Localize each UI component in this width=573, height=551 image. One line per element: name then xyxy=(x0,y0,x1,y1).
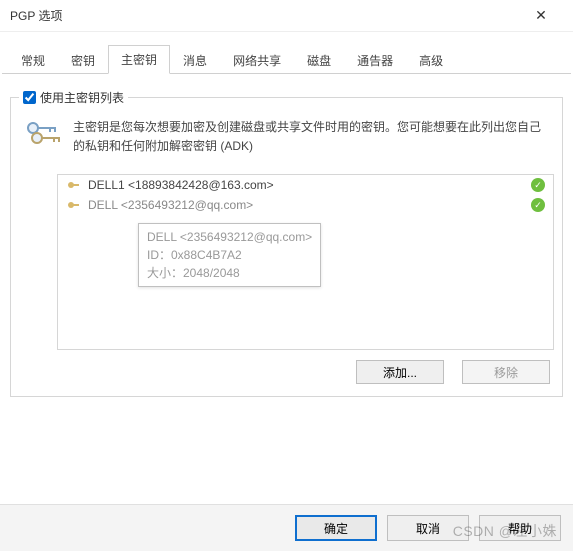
cancel-button[interactable]: 取消 xyxy=(387,515,469,541)
key-row-text: DELL1 <18893842428@163.com> xyxy=(88,178,274,192)
key-tooltip: DELL <2356493212@qq.com> ID：0x88C4B7A2 大… xyxy=(138,223,321,287)
dialog-footer: 确定 取消 帮助 xyxy=(0,504,573,551)
key-row-text: DELL <2356493212@qq.com> xyxy=(88,198,253,212)
key-icon xyxy=(66,178,80,192)
key-row[interactable]: DELL1 <18893842428@163.com> ✓ xyxy=(58,175,553,195)
tab-master-key[interactable]: 主密钥 xyxy=(108,45,170,74)
tooltip-id: ID：0x88C4B7A2 xyxy=(147,246,312,264)
keys-icon xyxy=(25,118,61,151)
tab-disk[interactable]: 磁盘 xyxy=(294,46,344,74)
help-button[interactable]: 帮助 xyxy=(479,515,561,541)
add-button[interactable]: 添加... xyxy=(356,360,444,384)
tooltip-size: 大小：2048/2048 xyxy=(147,264,312,282)
verified-icon: ✓ xyxy=(531,178,545,192)
titlebar: PGP 选项 ✕ xyxy=(0,0,573,32)
tab-advanced[interactable]: 高级 xyxy=(406,46,456,74)
verified-icon: ✓ xyxy=(531,198,545,212)
tab-keys[interactable]: 密钥 xyxy=(58,46,108,74)
key-icon xyxy=(66,198,80,212)
tab-general[interactable]: 常规 xyxy=(8,46,58,74)
tab-messaging[interactable]: 消息 xyxy=(170,46,220,74)
remove-button[interactable]: 移除 xyxy=(462,360,550,384)
tab-netshare[interactable]: 网络共享 xyxy=(220,46,294,74)
group-description: 主密钥是您每次想要加密及创建磁盘或共享文件时用的密钥。您可能想要在此列出您自己的… xyxy=(73,118,548,156)
tab-notifier[interactable]: 通告器 xyxy=(344,46,406,74)
use-master-key-checkbox-label[interactable]: 使用主密钥列表 xyxy=(23,89,124,106)
tab-content: 使用主密钥列表 主密钥是您每次想要加密及创建磁盘或共享文件时用的密钥。您可能想要… xyxy=(0,74,573,504)
use-master-key-checkbox[interactable] xyxy=(23,91,36,104)
master-key-group: 使用主密钥列表 主密钥是您每次想要加密及创建磁盘或共享文件时用的密钥。您可能想要… xyxy=(10,89,563,397)
tooltip-name: DELL <2356493212@qq.com> xyxy=(147,228,312,246)
tabs: 常规 密钥 主密钥 消息 网络共享 磁盘 通告器 高级 xyxy=(2,32,571,74)
window-title: PGP 选项 xyxy=(10,7,519,24)
close-button[interactable]: ✕ xyxy=(519,0,563,31)
key-row[interactable]: DELL <2356493212@qq.com> ✓ xyxy=(58,195,553,215)
ok-button[interactable]: 确定 xyxy=(295,515,377,541)
key-list[interactable]: DELL1 <18893842428@163.com> ✓ DELL <2356… xyxy=(57,174,554,350)
